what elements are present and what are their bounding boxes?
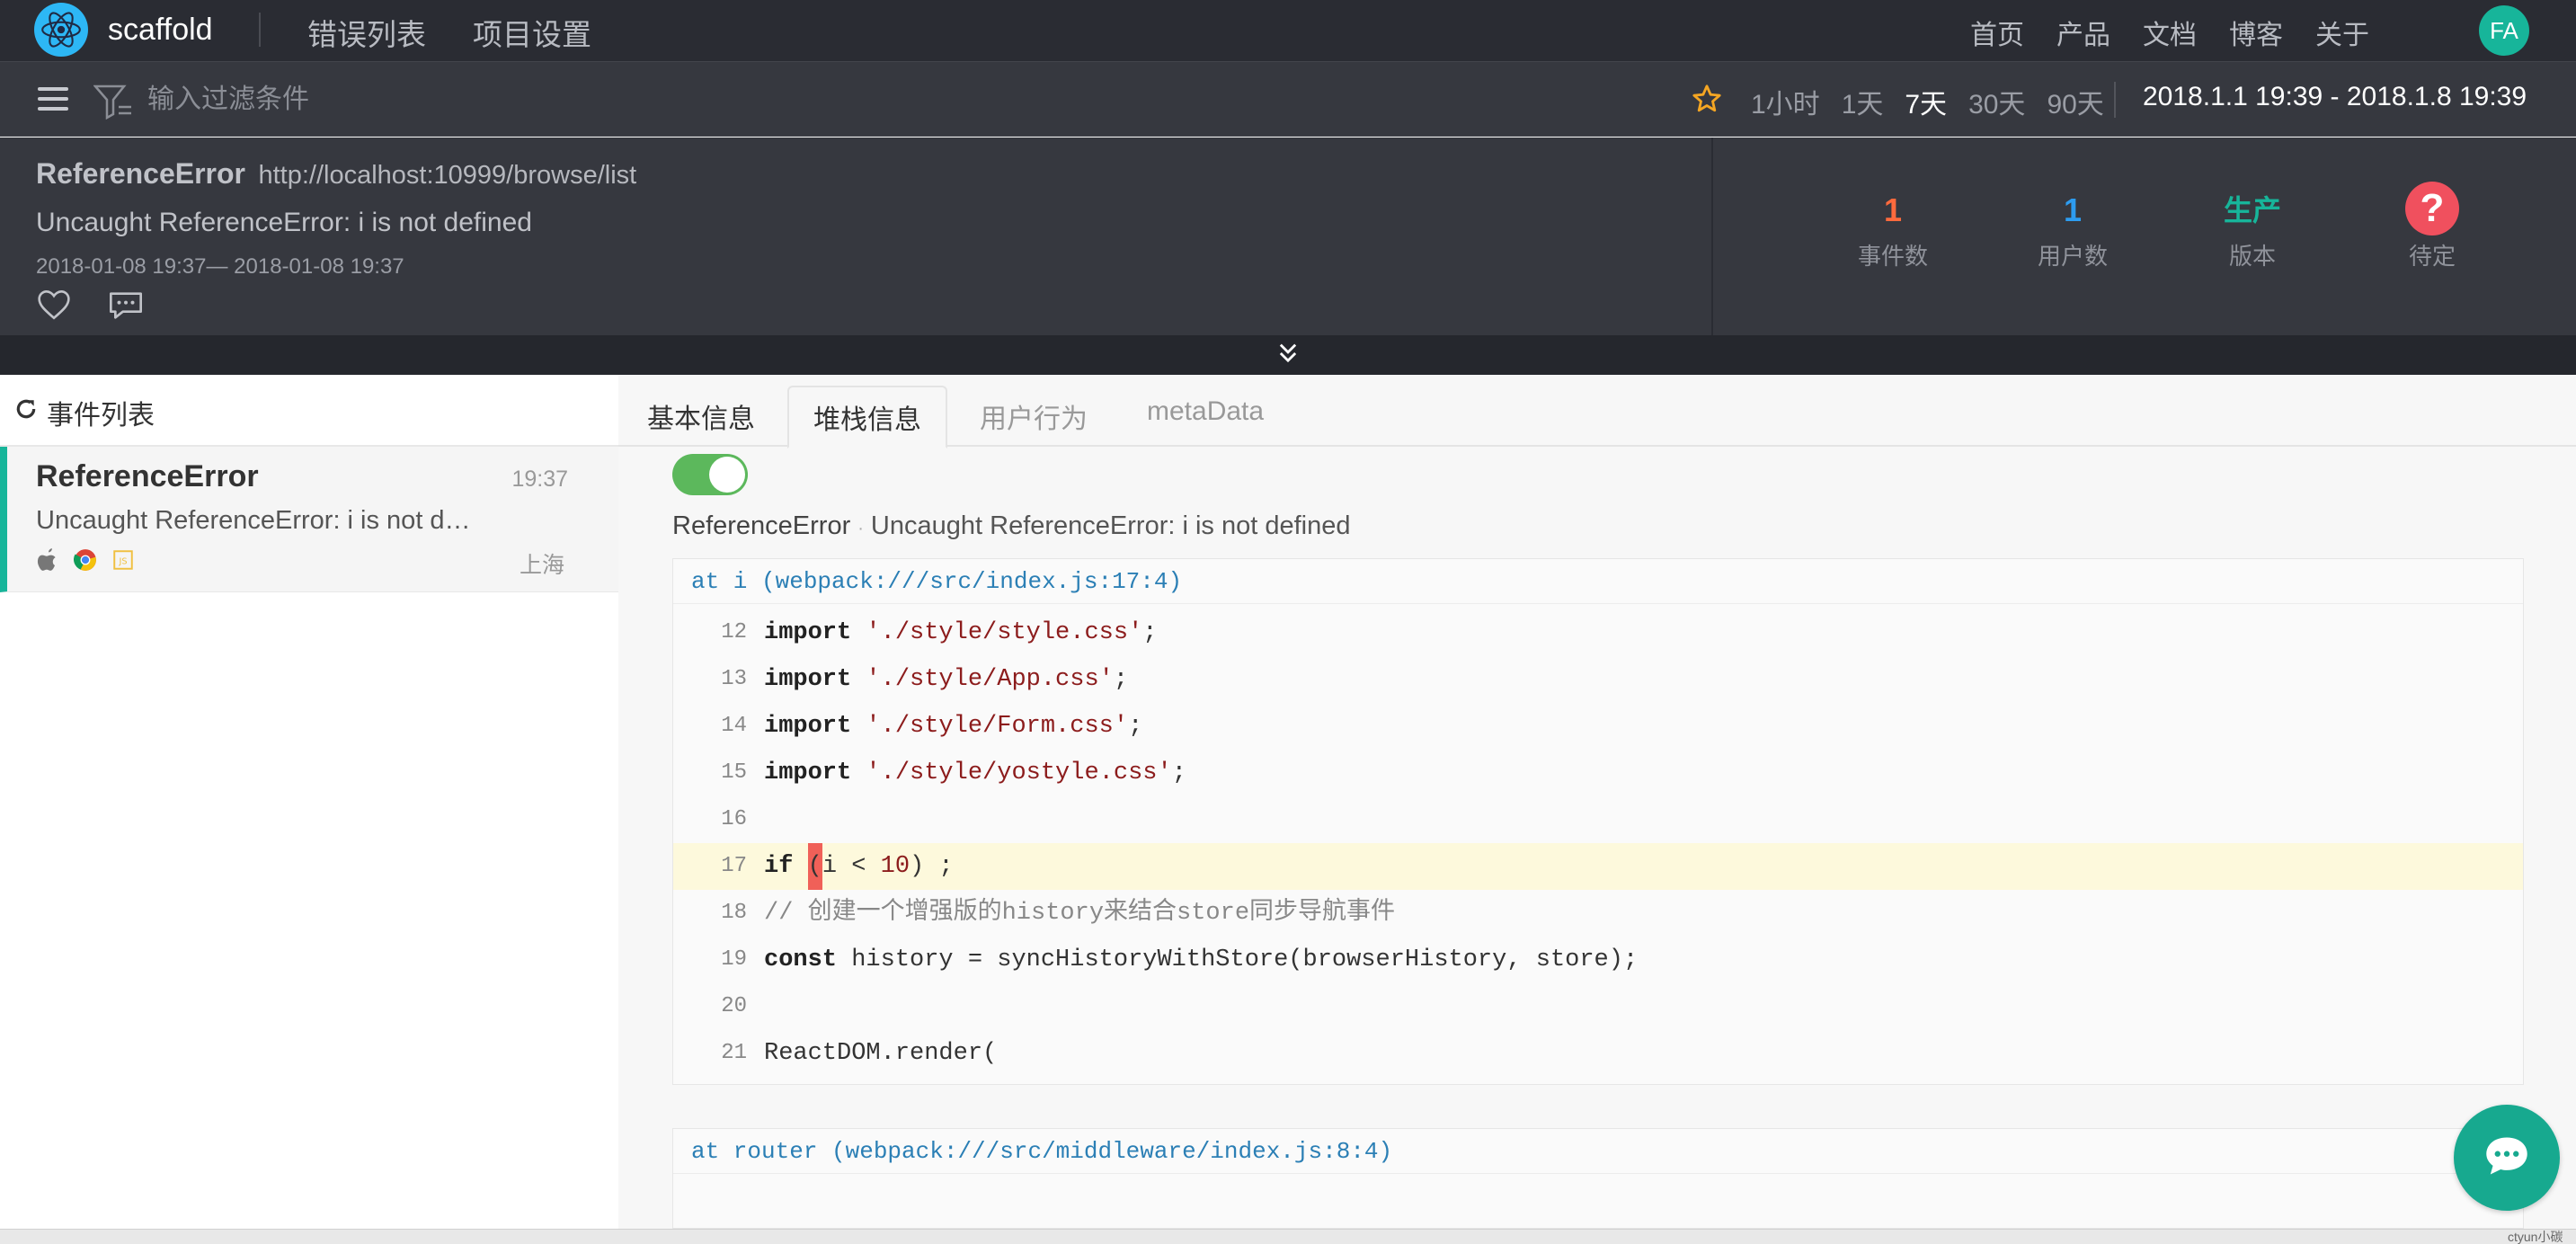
code-line: 15 import './style/yostyle.css';	[721, 760, 1186, 786]
nav-products[interactable]: 产品	[2056, 13, 2110, 52]
top-menu: 错误列表 项目设置	[307, 11, 591, 54]
issue-message: Uncaught ReferenceError: i is not define…	[36, 208, 532, 237]
highlighted-code-line: 17 if (i < 10) ;	[673, 843, 2523, 890]
svg-text:JS: JS	[118, 556, 127, 566]
stat-users-label: 用户数	[2037, 243, 2108, 270]
issue-type: ReferenceError	[36, 157, 245, 190]
stat-version-value: 生产	[2223, 194, 2281, 227]
time-range-selector: 1小时 1天 7天 30天 90天	[1751, 82, 2104, 121]
issue-time-range: 2018-01-08 19:37— 2018-01-08 19:37	[36, 254, 404, 279]
event-message: Uncaught ReferenceError: i is not d…	[36, 506, 471, 535]
range-1d[interactable]: 1天	[1842, 82, 1884, 121]
chat-bubble-icon	[2482, 1133, 2532, 1183]
range-1h[interactable]: 1小时	[1751, 82, 1820, 121]
filter-bar: 1小时 1天 7天 30天 90天 2018.1.1 19:39 - 2018.…	[0, 61, 2576, 137]
detail-tabs: 基本信息 堆栈信息 用户行为 metaData	[618, 375, 2576, 449]
double-chevron-down-icon[interactable]	[1275, 341, 1301, 370]
stat-status: ? 待定	[2342, 182, 2522, 271]
js-file-icon: JS	[111, 548, 135, 576]
filter-input[interactable]	[147, 80, 687, 120]
stat-events-value: 1	[1883, 191, 1903, 228]
nav-home[interactable]: 首页	[1970, 13, 2024, 52]
range-7d[interactable]: 7天	[1905, 82, 1947, 121]
user-avatar[interactable]: FA	[2479, 5, 2529, 56]
event-list-item[interactable]: ReferenceError 19:37 Uncaught ReferenceE…	[0, 447, 618, 592]
issue-url[interactable]: http://localhost:10999/browse/list	[258, 161, 636, 190]
stack-frame: at i (webpack:///src/index.js:17:4) 12 im…	[672, 558, 2524, 1085]
event-list-header: 事件列表	[14, 393, 155, 432]
filter-icon	[93, 84, 133, 124]
date-range[interactable]: 2018.1.1 19:39 - 2018.1.8 19:39	[2143, 82, 2527, 112]
event-title: ReferenceError	[36, 459, 259, 493]
code-line: 21 ReactDOM.render(	[721, 1040, 998, 1067]
brand-name[interactable]: scaffold	[108, 13, 213, 48]
refresh-icon[interactable]	[14, 397, 38, 428]
event-time: 19:37	[511, 466, 568, 492]
watermark: ctyun小碳	[2508, 1230, 2563, 1244]
react-logo-icon[interactable]	[34, 3, 88, 57]
horizontal-scrollbar[interactable]	[0, 1229, 2576, 1244]
nav-divider	[259, 13, 261, 47]
event-location: 上海	[519, 553, 564, 578]
stack-error-message: Uncaught ReferenceError: i is not define…	[870, 511, 1351, 540]
nav-about[interactable]: 关于	[2315, 13, 2369, 52]
tab-stack-info[interactable]: 堆栈信息	[787, 386, 947, 449]
stat-version-label: 版本	[2228, 243, 2276, 270]
range-90d[interactable]: 90天	[2047, 82, 2103, 121]
apple-icon	[36, 547, 59, 577]
stack-toggle-switch[interactable]	[672, 454, 748, 495]
stack-frame: at router (webpack:///src/middleware/ind…	[672, 1128, 2524, 1229]
code-line: 18// 创建一个增强版的history来结合store同步导航事件	[721, 900, 1396, 927]
nav-docs[interactable]: 文档	[2143, 13, 2197, 52]
tab-basic-info[interactable]: 基本信息	[647, 396, 755, 436]
range-divider	[2114, 82, 2116, 118]
star-icon[interactable]	[1692, 84, 1722, 119]
top-navbar: scaffold 错误列表 项目设置 首页 产品 文档 博客 关于 FA	[0, 0, 2576, 61]
chat-button[interactable]	[2454, 1105, 2560, 1211]
range-30d[interactable]: 30天	[1968, 82, 2025, 121]
pending-question-icon[interactable]: ?	[2405, 182, 2459, 235]
stat-version: 生产 版本	[2163, 188, 2342, 271]
stat-status-label: 待定	[2408, 243, 2456, 270]
code-line: 13 import './style/App.css';	[721, 666, 1129, 693]
nav-blog[interactable]: 博客	[2229, 13, 2283, 52]
nav-error-list[interactable]: 错误列表	[307, 11, 426, 54]
expand-bar[interactable]	[0, 335, 2576, 375]
chrome-icon	[73, 548, 97, 576]
code-line: 16	[721, 807, 747, 831]
code-line: 19 const history = syncHistoryWithStore(b…	[721, 946, 1639, 973]
event-list-title: 事件列表	[47, 401, 155, 431]
tab-metadata[interactable]: metaData	[1147, 396, 1264, 427]
code-line: 20	[721, 994, 747, 1018]
main-panel: 基本信息 堆栈信息 用户行为 metaData ReferenceError · U…	[618, 375, 2576, 1229]
issue-heading: ReferenceError http://localhost:10999/br…	[36, 157, 636, 191]
stat-users-value: 1	[2063, 191, 2083, 228]
issue-summary: ReferenceError http://localhost:10999/br…	[0, 138, 2576, 335]
event-env-icons: JS	[36, 547, 135, 577]
code-line: 14 import './style/Form.css';	[721, 713, 1143, 740]
nav-project-settings[interactable]: 项目设置	[473, 11, 591, 54]
code-line: 12 import './style/style.css';	[721, 619, 1158, 646]
stat-events: 1 事件数	[1803, 188, 1983, 271]
event-sidebar: 事件列表 ReferenceError 19:37 Uncaught Refer…	[0, 375, 618, 1229]
stack-frame-location[interactable]: at i (webpack:///src/index.js:17:4)	[673, 559, 2523, 604]
comment-icon[interactable]	[108, 290, 144, 325]
stack-frame-location[interactable]: at router (webpack:///src/middleware/ind…	[673, 1129, 2523, 1174]
hamburger-menu-icon[interactable]	[38, 87, 68, 112]
heart-icon[interactable]	[36, 289, 72, 325]
stack-error-type: ReferenceError	[672, 511, 851, 540]
stat-events-label: 事件数	[1857, 243, 1928, 270]
summary-divider	[1711, 138, 1713, 335]
stack-error-heading: ReferenceError · Uncaught ReferenceError: …	[672, 511, 1351, 540]
right-menu: 首页 产品 文档 博客 关于	[1970, 13, 2369, 52]
issue-stats: 1 事件数 1 用户数 生产 版本 ? 待定	[1803, 182, 2522, 271]
stat-users: 1 用户数	[1983, 188, 2163, 271]
tab-user-behavior[interactable]: 用户行为	[980, 396, 1088, 436]
